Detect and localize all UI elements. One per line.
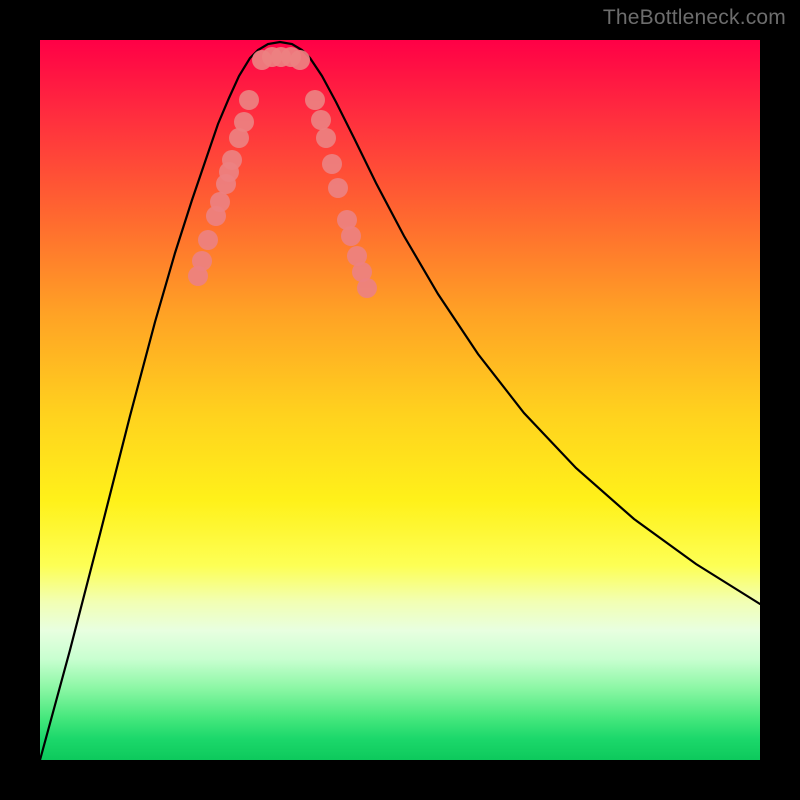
watermark-text: TheBottleneck.com: [603, 6, 786, 30]
chart-frame: TheBottleneck.com: [0, 0, 800, 800]
dot-left-9: [234, 112, 254, 132]
dot-right-3: [322, 154, 342, 174]
dot-right-9: [357, 278, 377, 298]
plot-area: [40, 40, 760, 760]
dot-right-0: [305, 90, 325, 110]
dot-left-1: [192, 251, 212, 271]
dot-left-7: [222, 150, 242, 170]
dots-group: [188, 47, 377, 298]
dot-left-4: [210, 192, 230, 212]
dot-right-6: [341, 226, 361, 246]
dot-left-2: [198, 230, 218, 250]
bottleneck-curve: [40, 42, 760, 760]
dot-right-2: [316, 128, 336, 148]
dot-bottom-4: [290, 50, 310, 70]
curve-group: [40, 42, 760, 760]
dot-right-1: [311, 110, 331, 130]
chart-svg: [40, 40, 760, 760]
dot-right-4: [328, 178, 348, 198]
dot-left-10: [239, 90, 259, 110]
